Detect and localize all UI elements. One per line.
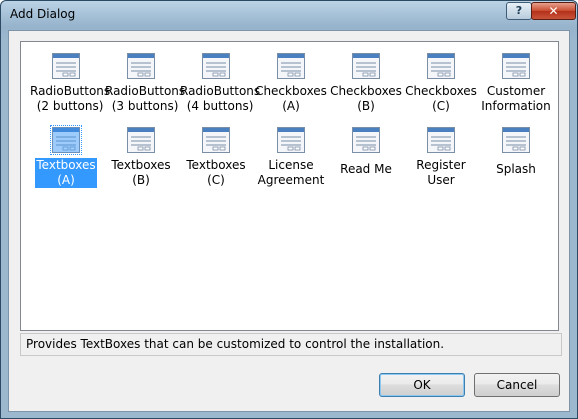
dialog-item[interactable]: Checkboxes (B) (329, 50, 403, 114)
dialog-template-icon (352, 127, 380, 153)
add-dialog-window: Add Dialog ? ✕ RadioButtons (2 buttons) Ra… (0, 0, 578, 419)
dialog-template-icon (127, 127, 155, 153)
dialog-item[interactable]: RadioButtons (4 buttons) (179, 50, 260, 114)
dialog-item-label-line1: Register User (416, 158, 466, 187)
dialog-template-icon (202, 127, 230, 153)
description-text: Provides TextBoxes that can be customize… (20, 333, 562, 356)
dialog-item[interactable]: Customer Information (479, 50, 553, 114)
dialog-item-label-line1: License (268, 158, 314, 172)
dialog-item[interactable]: Checkboxes (A) (254, 50, 328, 114)
dialog-template-icon (52, 53, 80, 79)
dialog-item-label-line1: RadioButtons (105, 84, 186, 98)
dialog-item-label: Textboxes (B) (110, 158, 171, 188)
dialog-item-label: Register User (404, 158, 478, 188)
dialog-item-label-line1: Read Me (340, 162, 392, 176)
dialog-item[interactable]: Textboxes (C) (179, 124, 253, 188)
dialog-item-label-line2: (B) (357, 99, 375, 113)
dialog-template-icon (427, 53, 455, 79)
dialog-item-label-line2: (2 buttons) (36, 99, 104, 113)
dialog-item[interactable]: RadioButtons (2 buttons) (29, 50, 110, 114)
dialog-template-icon (127, 53, 155, 79)
dialog-item[interactable]: License Agreement (254, 124, 328, 188)
dialog-item-label-line2: Agreement (257, 173, 325, 187)
dialog-item-label: License Agreement (257, 158, 326, 188)
dialog-item-label-line2: (A) (282, 99, 300, 113)
dialog-item[interactable]: Read Me (329, 124, 403, 177)
dialog-item-label-line2: (C) (432, 99, 450, 113)
ok-button[interactable]: OK (379, 373, 465, 397)
dialog-template-icon (352, 53, 380, 79)
dialog-template-icon (277, 127, 305, 153)
dialog-template-icon (502, 127, 530, 153)
dialog-item-label: Checkboxes (A) (254, 84, 328, 114)
dialog-item-label: Textboxes (A) (35, 158, 97, 188)
dialog-item-label-line1: Checkboxes (255, 84, 327, 98)
dialog-item-label-line2: (A) (57, 173, 75, 187)
dialog-item[interactable]: RadioButtons (3 buttons) (104, 50, 185, 114)
dialog-template-icon (277, 53, 305, 79)
dialog-item-label-line1: Textboxes (111, 158, 171, 172)
close-button[interactable]: ✕ (531, 2, 576, 20)
dialog-item-label-line1: Checkboxes (405, 84, 477, 98)
dialog-item-label-line2: Information (481, 99, 551, 113)
dialog-item[interactable]: Register User (404, 124, 478, 188)
dialog-body: RadioButtons (2 buttons) RadioButtons (3 bu… (8, 30, 570, 412)
cancel-button[interactable]: Cancel (474, 373, 560, 397)
title-bar[interactable]: Add Dialog ? ✕ (1, 1, 577, 29)
dialog-template-icon (502, 53, 530, 79)
dialog-item-label-line1: RadioButtons (180, 84, 261, 98)
dialog-template-icon (202, 53, 230, 79)
dialog-item-label: Textboxes (C) (185, 158, 246, 188)
dialog-item-label: Checkboxes (B) (329, 84, 403, 114)
dialog-item-label-line1: Textboxes (36, 158, 96, 172)
dialog-item-label-line2: (3 buttons) (111, 99, 179, 113)
dialog-item[interactable]: Splash (479, 124, 553, 177)
dialog-item[interactable]: Textboxes (B) (104, 124, 178, 188)
dialog-item-label-line1: RadioButtons (30, 84, 111, 98)
dialog-item-label-line2: (C) (207, 173, 225, 187)
window-title: Add Dialog (10, 7, 76, 21)
dialog-item-label: Checkboxes (C) (404, 84, 478, 114)
dialog-item-label: Customer Information (480, 84, 551, 114)
dialog-template-list[interactable]: RadioButtons (2 buttons) RadioButtons (3 bu… (20, 41, 559, 331)
dialog-item[interactable]: Textboxes (A) (29, 124, 103, 188)
dialog-item-label-line1: Customer (486, 84, 546, 98)
dialog-item-label-line2: (B) (132, 173, 150, 187)
dialog-item-label: Read Me (339, 162, 393, 177)
dialog-template-icon (50, 125, 82, 155)
dialog-item-label-line2: (4 buttons) (186, 99, 254, 113)
help-button[interactable]: ? (506, 2, 532, 20)
dialog-item-label: Splash (495, 162, 537, 177)
dialog-template-icon (427, 127, 455, 153)
dialog-item-label-line1: Splash (496, 162, 536, 176)
dialog-item-label: RadioButtons (3 buttons) (104, 84, 186, 114)
dialog-item[interactable]: Checkboxes (C) (404, 50, 478, 114)
dialog-item-label-line1: Textboxes (186, 158, 246, 172)
dialog-item-label: RadioButtons (4 buttons) (179, 84, 261, 114)
dialog-item-label-line1: Checkboxes (330, 84, 402, 98)
dialog-item-label: RadioButtons (2 buttons) (29, 84, 111, 114)
